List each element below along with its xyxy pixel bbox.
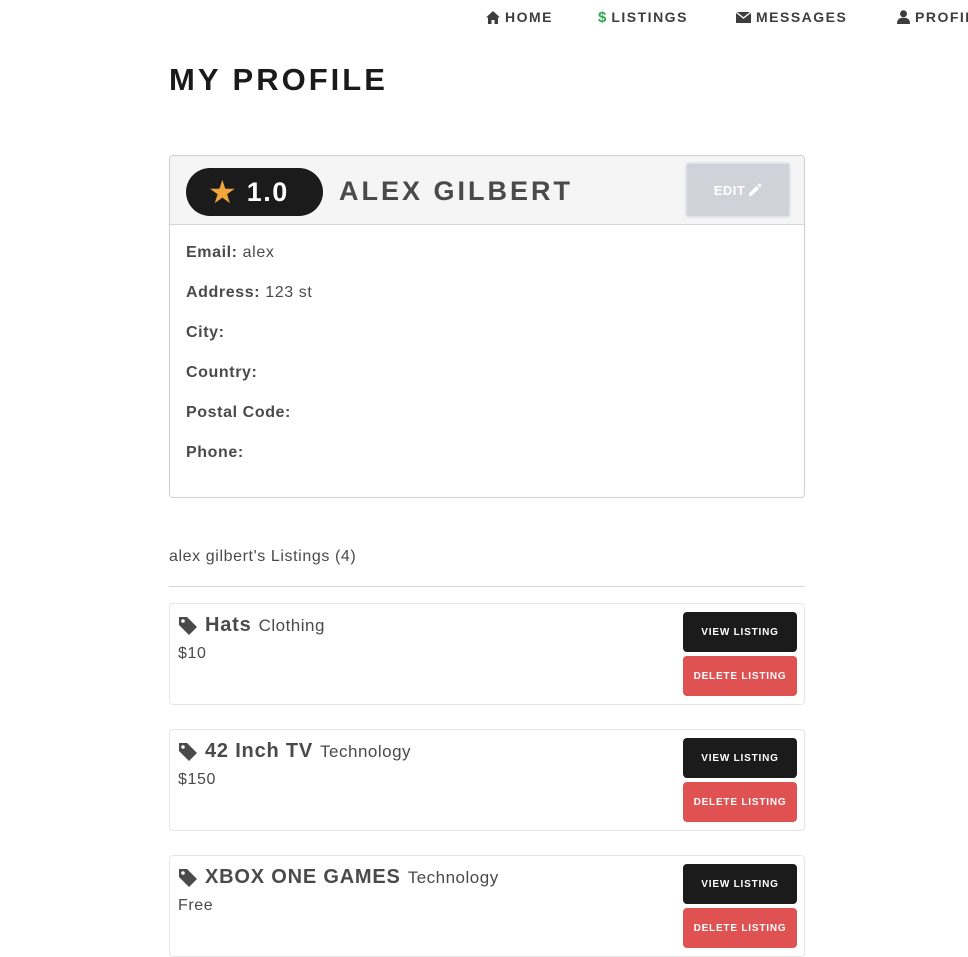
- profile-field-address: Address: 123 st: [186, 284, 312, 302]
- listing-card: 42 Inch TV Technology $150 VIEW LISTING …: [169, 729, 805, 831]
- view-listing-button[interactable]: VIEW LISTING: [683, 612, 797, 652]
- listing-category: Technology: [407, 867, 499, 887]
- listing-title: XBOX ONE GAMES: [205, 866, 401, 888]
- profile-card: ★ 1.0 ALEX GILBERT EDIT Email: alex Addr…: [169, 155, 805, 498]
- listing-header: XBOX ONE GAMES Technology: [178, 866, 499, 889]
- nav-profile-label: PROFILE: [915, 9, 968, 25]
- listings-heading: alex gilbert's Listings (4): [169, 548, 357, 565]
- field-value: 123 st: [265, 284, 313, 301]
- pencil-icon: [749, 183, 762, 196]
- dollar-icon: $: [598, 8, 607, 26]
- field-value: alex: [242, 244, 275, 261]
- delete-listing-button[interactable]: DELETE LISTING: [683, 656, 797, 696]
- listing-title: 42 Inch TV: [205, 740, 314, 762]
- nav-listings[interactable]: $ LISTINGS: [598, 8, 688, 26]
- edit-button-label: EDIT: [713, 182, 746, 198]
- nav-messages-label: MESSAGES: [756, 9, 848, 25]
- delete-listing-button[interactable]: DELETE LISTING: [683, 782, 797, 822]
- profile-field-country: Country:: [186, 364, 257, 382]
- star-icon: ★: [208, 174, 237, 210]
- listing-header: 42 Inch TV Technology: [178, 740, 411, 763]
- tag-icon: [179, 868, 197, 887]
- listing-price: Free: [178, 897, 214, 914]
- nav-listings-label: LISTINGS: [611, 9, 688, 25]
- envelope-icon: [736, 11, 751, 23]
- listing-category: Technology: [320, 741, 412, 761]
- tag-icon: [179, 742, 197, 761]
- field-label: Postal Code:: [186, 404, 291, 421]
- listing-title: Hats: [205, 614, 252, 636]
- field-label: Phone:: [186, 444, 244, 461]
- listing-category: Clothing: [258, 615, 325, 635]
- rating-badge: ★ 1.0: [186, 168, 323, 216]
- user-icon: [897, 10, 910, 24]
- profile-field-phone: Phone:: [186, 444, 244, 462]
- listing-card: Hats Clothing $10 VIEW LISTING DELETE LI…: [169, 603, 805, 705]
- delete-listing-button[interactable]: DELETE LISTING: [683, 908, 797, 948]
- rating-value: 1.0: [246, 176, 289, 207]
- listing-header: Hats Clothing: [178, 614, 325, 637]
- top-navbar: HOME $ LISTINGS MESSAGES PROFILE: [0, 0, 968, 34]
- field-label: Email:: [186, 244, 238, 261]
- tag-icon: [179, 616, 197, 635]
- divider: [169, 586, 805, 587]
- view-listing-button[interactable]: VIEW LISTING: [683, 738, 797, 778]
- listing-card: XBOX ONE GAMES Technology Free VIEW LIST…: [169, 855, 805, 957]
- listing-price: $10: [178, 645, 207, 662]
- profile-card-header: ★ 1.0 ALEX GILBERT EDIT: [170, 156, 804, 225]
- nav-home-label: HOME: [505, 9, 553, 25]
- profile-field-city: City:: [186, 324, 225, 342]
- profile-field-postal-code: Postal Code:: [186, 404, 291, 422]
- home-icon: [486, 10, 500, 24]
- page-title: MY PROFILE: [169, 62, 388, 97]
- listing-price: $150: [178, 771, 216, 788]
- field-label: Country:: [186, 364, 258, 381]
- nav-home[interactable]: HOME: [486, 9, 553, 25]
- field-label: Address:: [186, 284, 261, 301]
- profile-field-email: Email: alex: [186, 244, 274, 262]
- field-label: City:: [186, 324, 225, 341]
- profile-name: ALEX GILBERT: [339, 176, 574, 206]
- view-listing-button[interactable]: VIEW LISTING: [683, 864, 797, 904]
- nav-messages[interactable]: MESSAGES: [736, 9, 847, 25]
- nav-profile[interactable]: PROFILE: [897, 9, 968, 25]
- edit-profile-button[interactable]: EDIT: [685, 162, 791, 218]
